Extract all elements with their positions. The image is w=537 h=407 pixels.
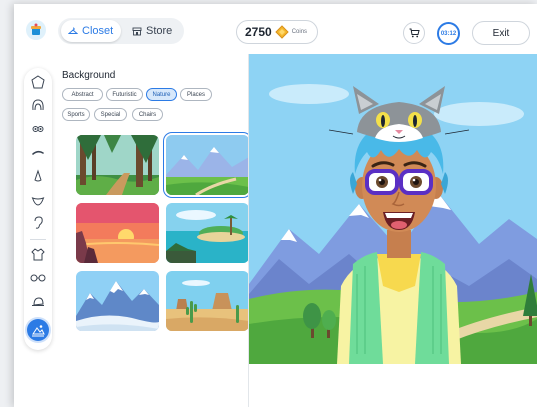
exit-button[interactable]: Exit bbox=[472, 21, 530, 45]
tab-store-label: Store bbox=[146, 25, 173, 37]
chip-special[interactable]: Special bbox=[94, 108, 127, 121]
tab-closet-label: Closet bbox=[82, 25, 114, 37]
coin-amount: 2750 bbox=[245, 25, 272, 39]
background-thumb-forest[interactable] bbox=[76, 135, 159, 195]
chip-nature[interactable]: Nature bbox=[146, 88, 177, 101]
tab-closet[interactable]: Closet bbox=[61, 20, 121, 42]
app-logo-icon[interactable] bbox=[26, 20, 46, 40]
eyes-icon[interactable] bbox=[30, 121, 46, 137]
nose-icon[interactable] bbox=[30, 168, 46, 184]
background-thumb-sunset-lake[interactable] bbox=[76, 203, 159, 263]
background-category-button[interactable] bbox=[27, 319, 49, 341]
glasses-icon[interactable] bbox=[30, 270, 46, 286]
rail-divider bbox=[30, 239, 46, 240]
stage-footer bbox=[249, 364, 537, 407]
outfit-icon[interactable] bbox=[30, 246, 46, 262]
cart-icon bbox=[409, 28, 420, 38]
hanger-icon bbox=[68, 27, 78, 34]
timer-text: 03:12 bbox=[440, 30, 457, 37]
chip-abstract[interactable]: Abstract bbox=[62, 88, 103, 101]
coin-icon bbox=[274, 25, 289, 39]
store-icon bbox=[132, 27, 142, 35]
ear-icon[interactable] bbox=[30, 215, 46, 231]
background-panel: Background Abstract Futuristic Nature Pl… bbox=[58, 64, 249, 404]
chip-futuristic[interactable]: Futuristic bbox=[106, 88, 143, 101]
avatar-preview bbox=[249, 54, 537, 364]
background-thumb-desert-cactus[interactable] bbox=[166, 271, 249, 331]
chip-sports[interactable]: Sports bbox=[62, 108, 90, 121]
head-shape-icon[interactable] bbox=[30, 74, 46, 90]
category-rail bbox=[24, 68, 52, 350]
session-timer: 03:12 bbox=[437, 22, 460, 45]
avatar-editor-window: Closet Store 2750 Coins 03:12 Exit Backg… bbox=[14, 4, 537, 407]
chip-places[interactable]: Places bbox=[180, 88, 212, 101]
hair-icon[interactable] bbox=[30, 97, 46, 113]
background-thumb-tropical-island[interactable] bbox=[166, 203, 249, 263]
coin-balance: 2750 Coins bbox=[236, 20, 318, 44]
closet-store-tabs: Closet Store bbox=[58, 18, 184, 44]
top-bar: Closet Store 2750 Coins 03:12 Exit bbox=[14, 4, 537, 54]
cart-button[interactable] bbox=[403, 22, 425, 44]
chip-chairs[interactable]: Chairs bbox=[132, 108, 163, 121]
coin-label: Coins bbox=[291, 29, 308, 35]
tab-store[interactable]: Store bbox=[130, 20, 180, 42]
background-thumb-mountain-meadow[interactable] bbox=[166, 135, 249, 195]
eyebrows-icon[interactable] bbox=[30, 145, 46, 161]
hat-icon[interactable] bbox=[30, 294, 46, 310]
exit-label: Exit bbox=[492, 27, 510, 39]
background-thumb-snowy-peaks[interactable] bbox=[76, 271, 159, 331]
panel-title: Background bbox=[62, 70, 116, 81]
background-icon bbox=[32, 325, 45, 337]
mouth-icon[interactable] bbox=[30, 192, 46, 208]
